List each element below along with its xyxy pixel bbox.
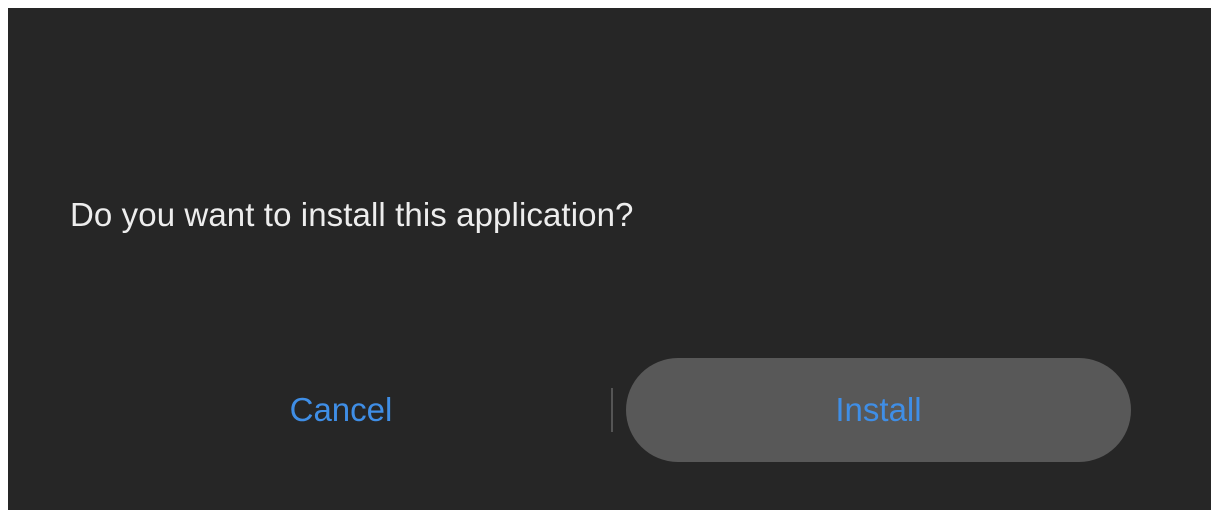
- cancel-button[interactable]: Cancel: [68, 360, 614, 460]
- button-divider: [611, 388, 613, 432]
- dialog-message: Do you want to install this application?: [70, 196, 634, 233]
- install-dialog: Do you want to install this application?…: [8, 8, 1211, 510]
- install-button[interactable]: Install: [626, 358, 1131, 462]
